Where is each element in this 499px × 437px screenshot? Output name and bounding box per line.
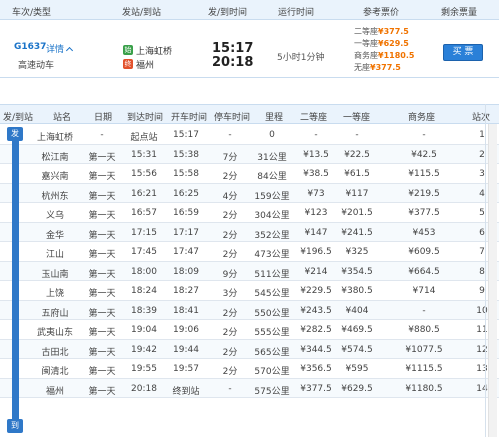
stop-first-price: ¥469.5	[341, 325, 373, 335]
stop-row: 嘉兴南 第一天 15:56 15:58 2分 84公里 ¥38.5 ¥61.5 ¥115.5 3	[0, 164, 499, 184]
price-list: 二等座¥377.5 一等座¥629.5 商务座¥1180.5 无座¥377.5	[354, 26, 444, 74]
stop-first-price: ¥380.5	[341, 286, 373, 296]
price-row: 二等座¥377.5	[354, 26, 444, 38]
col-stop: 停车时间	[214, 113, 251, 123]
route-rail	[12, 135, 19, 425]
stop-business-price: -	[422, 130, 426, 140]
stop-row: 武夷山东 第一天 19:04 19:06 2分 555公里 ¥282.5 ¥469.5 ¥880…	[0, 320, 499, 340]
stop-business-price: ¥1077.5	[405, 344, 443, 355]
detail-label: 详情	[46, 45, 65, 55]
stop-row: 闽清北 第一天 19:55 19:57 2分 570公里 ¥356.5 ¥595 ¥1115.5…	[0, 359, 499, 379]
stop-business-price: ¥880.5	[408, 325, 440, 335]
col-price: 参考票价	[363, 8, 400, 18]
stop-row: 金华 第一天 17:15 17:17 2分 352公里 ¥147 ¥241.5 ¥453 6	[0, 222, 499, 242]
stop-row: 福州 第一天 20:18 终到站 -575公里 ¥377.5 ¥629.5 ¥1180.5 14	[0, 378, 499, 398]
stop-row: 杭州东 第一天 16:21 16:25 4分 159公里 ¥73 ¥117 ¥219.5 4	[0, 183, 499, 203]
arrive-time: 20:18	[212, 55, 254, 70]
stop-first-price: ¥117	[345, 188, 369, 199]
col-dir: 发/到站	[3, 113, 34, 123]
price-row: 一等座¥629.5	[354, 38, 444, 50]
col-first: 一等座	[343, 113, 371, 123]
scrollbar[interactable]	[488, 124, 497, 437]
train-type: 高速动车	[18, 61, 55, 71]
stop-business-price: ¥115.5	[408, 169, 440, 179]
stop-first-price: ¥61.5	[344, 169, 370, 179]
col-station: 发站/到站	[122, 8, 162, 18]
depart-time: 15:17	[212, 41, 254, 56]
stop-row: 江山 第一天 17:45 17:47 2分 473公里 ¥196.5 ¥325 ¥609.5 7	[0, 242, 499, 262]
price-row: 商务座¥1180.5	[354, 50, 444, 62]
to-station: 福州	[136, 61, 155, 71]
col-runtime: 运行时间	[278, 8, 315, 18]
col-date: 日期	[94, 113, 113, 123]
buy-ticket-button[interactable]: 买 票	[443, 44, 483, 61]
duration: 5小时1分钟	[277, 53, 325, 63]
stop-first-price: ¥574.5	[341, 344, 373, 355]
stop-first-price: ¥404	[345, 305, 369, 316]
end-station-icon: 终	[123, 59, 133, 69]
stop-first-price: ¥22.5	[344, 149, 370, 160]
results-header: 车次/类型 发站/到站 发/到时间 运行时间 参考票价 剩余票量	[0, 0, 499, 20]
price-label: 二等座	[354, 27, 378, 36]
stops-list: 上海虹桥 - 起点站 15:17-0- - -1 松江南 第一天 15:31 15:38 7分 31公…	[0, 125, 499, 398]
stop-first-price: ¥629.5	[341, 383, 373, 394]
stop-business-price: ¥714	[412, 286, 436, 296]
stop-first-price: ¥241.5	[341, 227, 373, 238]
stop-row: 义乌 第一天 16:57 16:59 2分 304公里 ¥123 ¥201.5 ¥377.5 5	[0, 203, 499, 223]
stop-business-price: -	[422, 305, 426, 316]
price-value: ¥629.5	[378, 39, 409, 48]
col-time: 发/到时间	[208, 8, 248, 18]
price-value: ¥1180.5	[378, 51, 415, 60]
col-arr: 到达时间	[127, 113, 164, 123]
col-mile: 里程	[265, 113, 284, 123]
stop-business-price: ¥453	[412, 227, 436, 238]
stop-first-price: ¥354.5	[341, 266, 373, 277]
price-value: ¥377.5	[378, 27, 409, 36]
col-business: 商务座	[408, 113, 436, 123]
col-second: 二等座	[300, 113, 328, 123]
col-remain: 剩余票量	[441, 8, 478, 18]
stop-business-price: ¥1115.5	[405, 364, 443, 374]
col-train: 车次/类型	[12, 8, 52, 18]
from-station: 上海虹桥	[136, 47, 173, 57]
stop-business-price: ¥377.5	[408, 208, 440, 218]
price-label: 商务座	[354, 51, 378, 60]
price-label: 无座	[354, 63, 370, 72]
stop-business-price: ¥1180.5	[405, 383, 443, 394]
col-dep: 开车时间	[171, 113, 208, 123]
detail-toggle[interactable]: 详情	[46, 42, 74, 55]
stop-first-price: ¥325	[345, 247, 369, 257]
column-divider	[485, 104, 486, 437]
col-seq: 站次	[472, 113, 491, 123]
stop-row: 五府山 第一天 18:39 18:41 2分 550公里 ¥243.5 ¥404-10	[0, 300, 499, 320]
train-number[interactable]: G1637	[14, 42, 46, 52]
stop-business-price: ¥609.5	[408, 247, 440, 257]
price-row: 无座¥377.5	[354, 62, 444, 74]
start-station-icon: 始	[123, 45, 133, 55]
rail-start-marker: 发	[7, 127, 23, 141]
chevron-up-icon	[65, 46, 74, 55]
stop-row: 松江南 第一天 15:31 15:38 7分 31公里 ¥13.5 ¥22.5 ¥42.5 2	[0, 144, 499, 164]
stop-business-price: ¥42.5	[411, 149, 437, 160]
stop-first-price: ¥595	[345, 364, 369, 374]
stops-header: 发/到站 站名 日期 到达时间 开车时间 停车时间 里程 二等座 一等座 商务座…	[0, 104, 499, 124]
price-value: ¥377.5	[370, 63, 401, 72]
stop-business-price: ¥219.5	[408, 188, 440, 199]
stop-row: 上海虹桥 - 起点站 15:17-0- - -1	[0, 125, 499, 145]
stop-row: 玉山南 第一天 18:00 18:09 9分 511公里 ¥214 ¥354.5 ¥664.5 8	[0, 261, 499, 281]
stop-business-price: ¥664.5	[408, 266, 440, 277]
stop-row: 上饶 第一天 18:24 18:27 3分 545公里 ¥229.5 ¥380.5 ¥714 9	[0, 281, 499, 301]
stop-first-price: ¥201.5	[341, 208, 373, 218]
train-row: G1637 详情 高速动车 始 上海虹桥 终 福州 15:17 20:18 5小…	[0, 20, 499, 78]
price-label: 一等座	[354, 39, 378, 48]
col-name: 站名	[53, 113, 72, 123]
rail-end-marker: 到	[7, 419, 23, 433]
stop-row: 古田北 第一天 19:42 19:44 2分 565公里 ¥344.5 ¥574.5 ¥1077…	[0, 339, 499, 359]
stop-first-price: -	[355, 130, 359, 140]
